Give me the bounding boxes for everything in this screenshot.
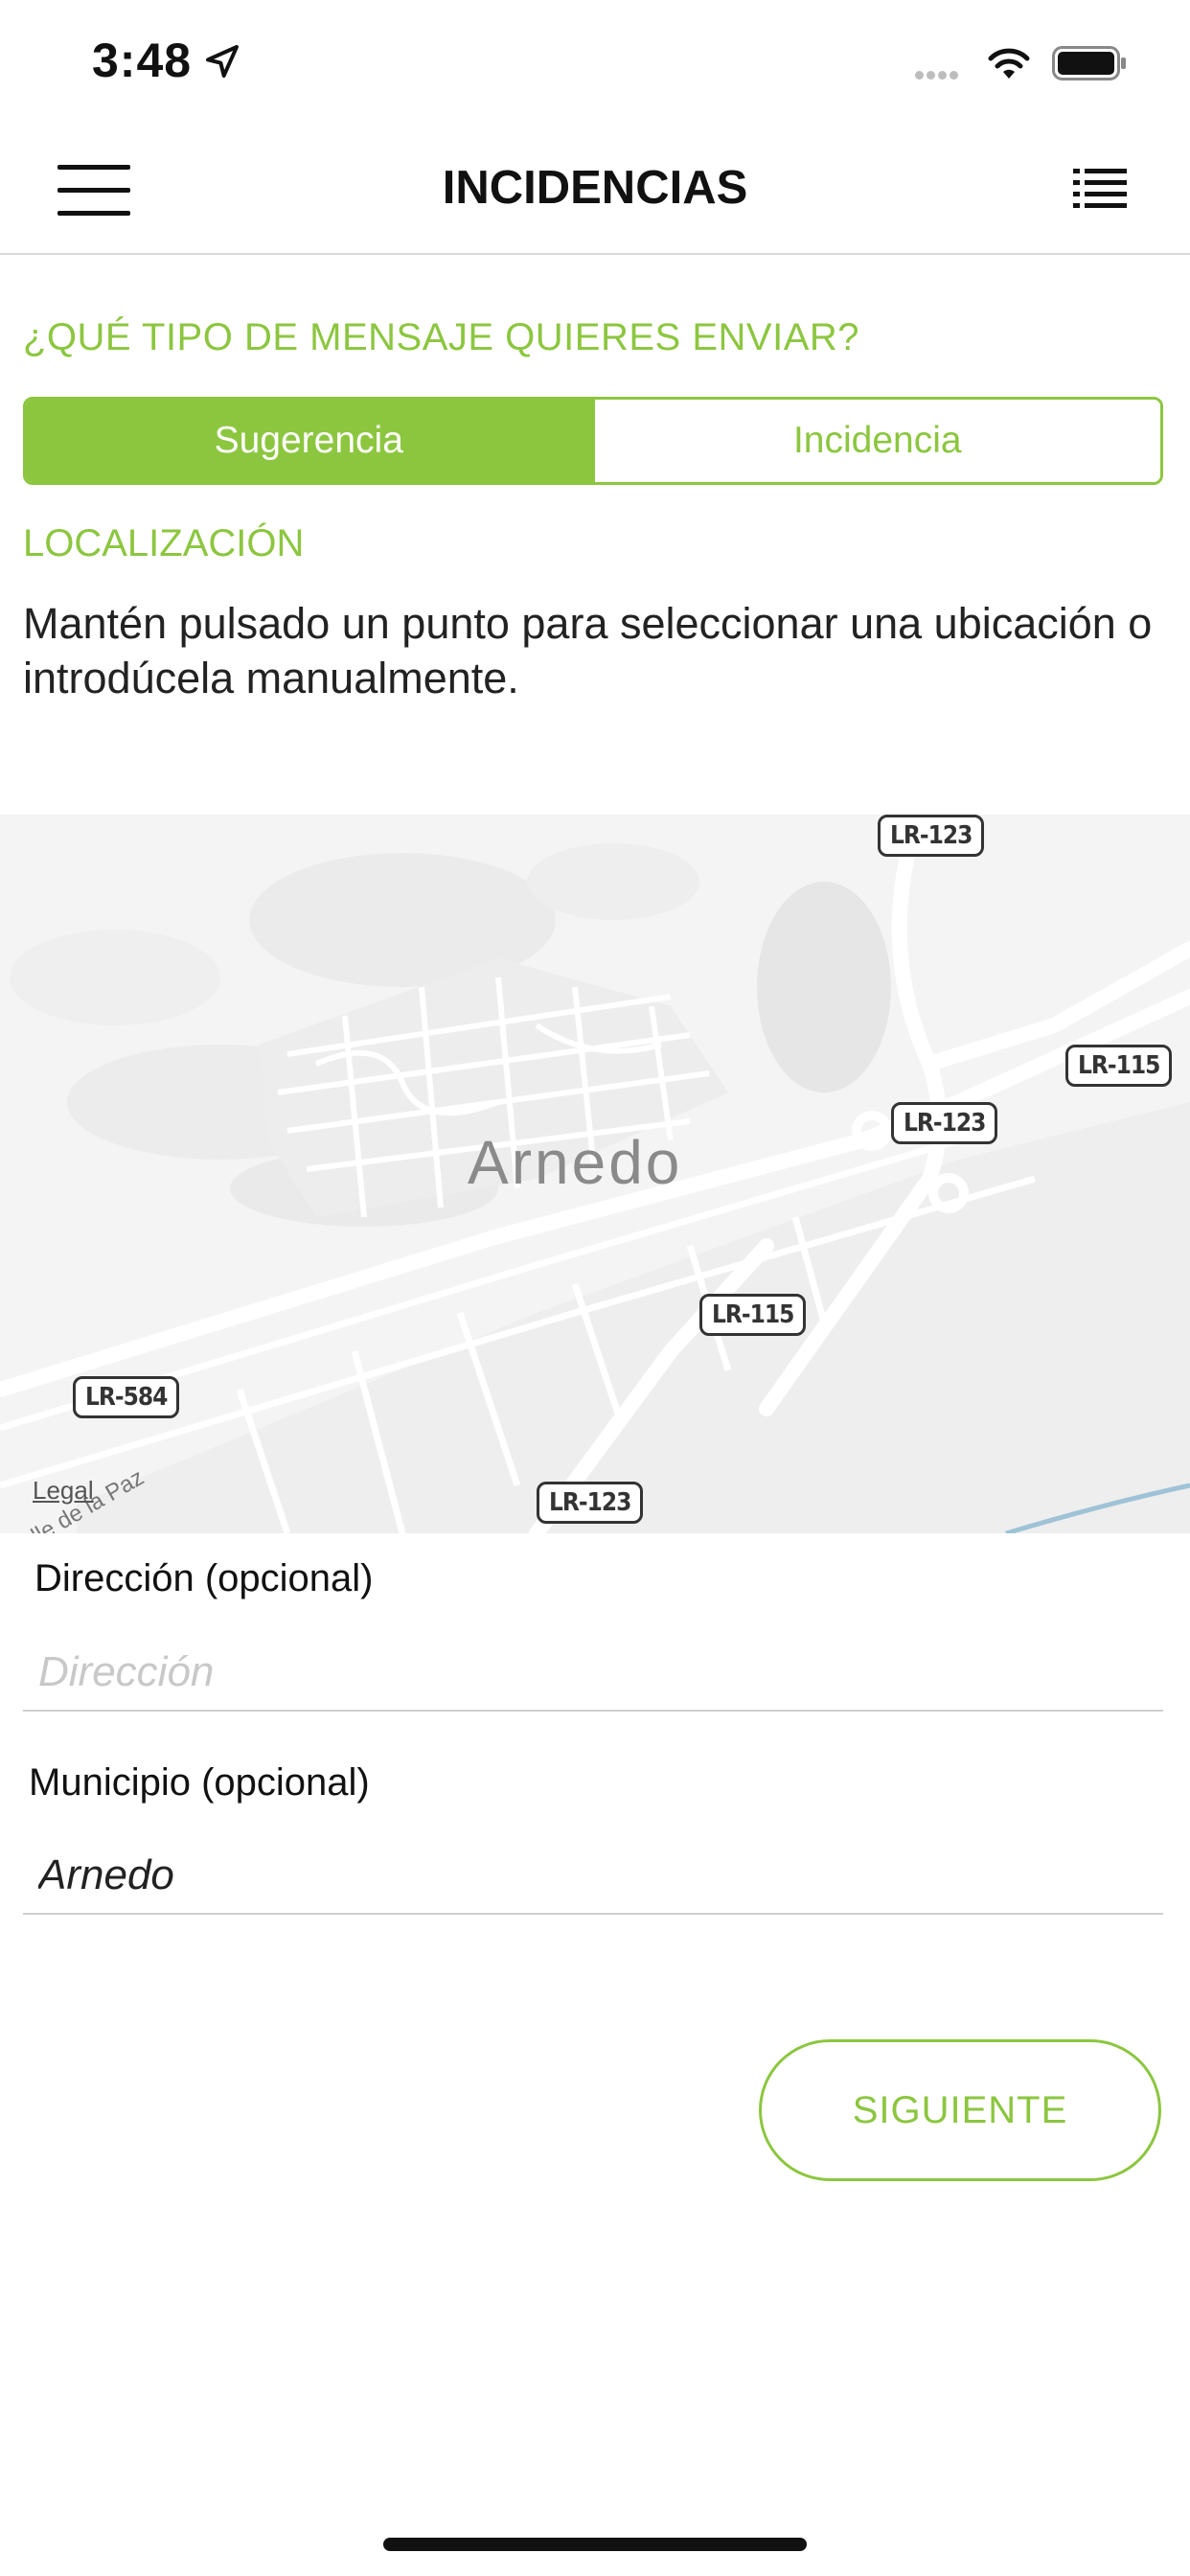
location-instructions: Mantén pulsado un punto para seleccionar… xyxy=(23,599,1153,702)
municipality-label: Municipio (opcional) xyxy=(29,1761,370,1804)
cellular-signal-icon xyxy=(915,67,961,84)
next-button[interactable]: SIGUIENTE xyxy=(759,2039,1161,2181)
navigation-bar: INCIDENCIAS xyxy=(0,125,1190,255)
location-arrow-icon xyxy=(206,45,239,78)
road-sign: LR-123 xyxy=(878,815,985,857)
address-label: Dirección (opcional) xyxy=(34,1557,374,1599)
road-sign: LR-584 xyxy=(73,1376,180,1418)
road-sign: LR-115 xyxy=(1065,1045,1173,1087)
municipality-input[interactable] xyxy=(23,1838,1163,1915)
message-type-segmented-control: Sugerencia Incidencia xyxy=(23,397,1163,485)
list-icon[interactable] xyxy=(1073,167,1127,211)
wifi-icon xyxy=(988,48,1030,79)
address-input[interactable] xyxy=(23,1635,1163,1712)
road-sign: LR-123 xyxy=(537,1482,644,1524)
road-sign: LR-115 xyxy=(699,1294,807,1336)
road-sign: LR-123 xyxy=(891,1102,998,1144)
segment-sugerencia[interactable]: Sugerencia xyxy=(26,400,592,482)
status-time: 3:48 xyxy=(92,34,193,87)
page-title: INCIDENCIAS xyxy=(442,162,748,214)
home-indicator xyxy=(383,2538,807,2551)
map-legal-link[interactable]: Legal xyxy=(33,1476,94,1506)
map-city-label: Arnedo xyxy=(468,1128,683,1197)
status-bar: 3:48 xyxy=(0,0,1190,125)
location-heading: LOCALIZACIÓN xyxy=(23,522,305,564)
segment-incidencia[interactable]: Incidencia xyxy=(591,400,1160,482)
map-view[interactable]: Calle de la Paz Arnedo LR-123 LR-115 LR-… xyxy=(0,815,1190,1533)
message-type-question: ¿QUÉ TIPO DE MENSAJE QUIERES ENVIAR? xyxy=(23,316,859,358)
battery-icon xyxy=(1052,46,1126,80)
